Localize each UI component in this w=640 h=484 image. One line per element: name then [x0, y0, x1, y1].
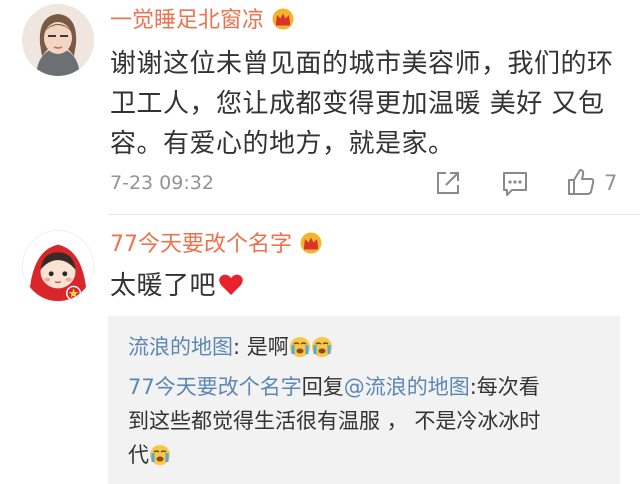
mention-link[interactable]: @流浪的地图: [344, 375, 470, 399]
reply-2: 77今天要改个名字回复@流浪的地图:每次看: [128, 370, 540, 404]
timestamp: 7-23 09:32: [110, 172, 214, 194]
reply-text: : 是啊: [233, 335, 289, 359]
share-icon[interactable]: [432, 167, 464, 199]
likes-count: 7: [604, 171, 618, 195]
comment-text: 太暖了吧: [110, 266, 244, 306]
crying-emoji-icon: [150, 445, 170, 465]
avatar[interactable]: [22, 230, 94, 302]
comment-text: 谢谢这位未曾见面的城市美容师，我们的环 卫工人，您让成都变得更加温暖 美好 又包…: [110, 44, 630, 164]
username-text[interactable]: 77今天要改个名字: [110, 232, 292, 257]
like-thumb-icon[interactable]: [565, 166, 597, 198]
reply-text: 代: [128, 443, 149, 467]
username[interactable]: 77今天要改个名字: [110, 232, 324, 258]
username-text[interactable]: 一觉睡足北窗凉: [110, 8, 264, 33]
comment-text-content: 太暖了吧: [110, 271, 217, 301]
crying-emoji-icon: [311, 337, 332, 357]
comment-text-line: 容。有爱心的地方，就是家。: [110, 129, 455, 159]
avatar-illustration: [23, 231, 93, 301]
reply-username-link[interactable]: 77今天要改个名字: [128, 375, 302, 399]
reply-username-link[interactable]: 流浪的地图: [128, 335, 233, 359]
reply-2-line-3: 代: [128, 438, 171, 472]
comment-text-line: 卫工人，您让成都变得更加温暖 美好 又包: [110, 89, 605, 119]
divider: [108, 214, 640, 215]
comment-text-line: 谢谢这位未曾见面的城市美容师，我们的环: [110, 49, 614, 79]
reply-action: 回复: [301, 375, 344, 399]
avatar[interactable]: [22, 4, 94, 76]
avatar-illustration: [22, 4, 94, 76]
reply-text: :每次看: [469, 375, 540, 399]
crown-badge-icon: [272, 8, 294, 30]
username[interactable]: 一觉睡足北窗凉: [110, 8, 296, 34]
comment-2: 77今天要改个名字 太暖了吧: [0, 216, 640, 316]
heart-emoji-icon: [219, 274, 243, 295]
comment-icon[interactable]: [499, 167, 531, 199]
replies-box[interactable]: 流浪的地图: 是啊 77今天要改个名字回复@流浪的地图:每次看 到这些都觉得生活…: [108, 316, 620, 484]
crown-badge-icon: [300, 232, 322, 254]
reply-1: 流浪的地图: 是啊: [128, 330, 333, 364]
comment-1: 一觉睡足北窗凉 谢谢这位未曾见面的城市美容师，我们的环 卫工人，您让成都变得更加…: [0, 0, 640, 216]
reply-2-line-2: 到这些都觉得生活很有温服 ， 不是冷冰冰时: [128, 409, 541, 433]
crying-emoji-icon: [289, 337, 310, 357]
